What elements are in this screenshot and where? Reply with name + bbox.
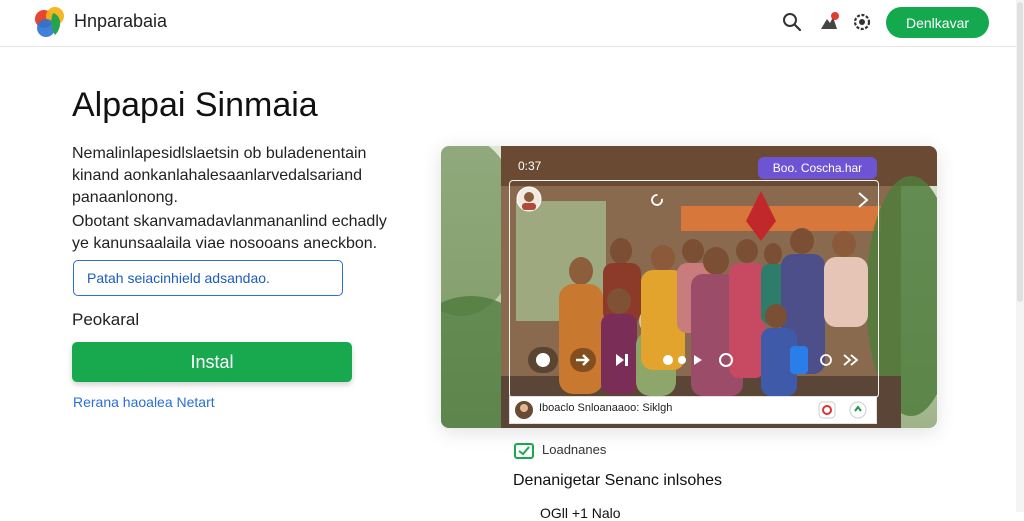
video-timestamp: 0:37: [518, 159, 542, 173]
share-icon[interactable]: [849, 401, 867, 419]
user-avatar[interactable]: [514, 400, 534, 420]
cutoff-text: OGll +1 Nalo: [540, 505, 621, 521]
rewind-icon[interactable]: [528, 347, 558, 373]
next-arrow-icon[interactable]: [856, 191, 870, 209]
caption-text: Denanigetar Senanc inlsohes: [513, 472, 723, 489]
settings-icon[interactable]: [851, 11, 873, 33]
text-input[interactable]: [73, 260, 343, 296]
secondary-paragraph: Obotant skanvamadavlanmananlind echadly …: [72, 213, 387, 252]
record-icon[interactable]: [818, 401, 836, 419]
avatar[interactable]: [516, 186, 542, 212]
download-button[interactable]: Denlkavar: [886, 7, 989, 38]
more-info-link[interactable]: Rerana haoalea Netart: [73, 394, 215, 410]
search-icon[interactable]: [781, 11, 803, 33]
skip-icon[interactable]: [612, 350, 632, 370]
scrollbar-thumb[interactable]: [1017, 2, 1023, 302]
section-label: Peokaral: [72, 310, 140, 329]
app-logo[interactable]: [33, 5, 67, 39]
refresh-icon[interactable]: [650, 193, 664, 207]
top-bar: Hnparabaia Denlkavar: [0, 0, 1024, 47]
brand-name[interactable]: Hnparabaia: [74, 11, 167, 32]
overlay-badge[interactable]: Boo. Coscha.har: [758, 157, 877, 179]
toolbar-text: Iboaclo Snloanaaoo: Siklgh: [539, 402, 673, 414]
forward-arrow-icon[interactable]: [570, 348, 596, 372]
scrollbar[interactable]: [1016, 0, 1024, 512]
loading-status-icon: [514, 443, 534, 459]
fast-forward-icon[interactable]: [818, 350, 866, 370]
progress-dots[interactable]: [660, 352, 740, 368]
install-button[interactable]: Instal: [72, 342, 352, 382]
page-title: Alpapai Sinmaia: [72, 86, 318, 124]
status-text: Loadnanes: [542, 442, 607, 457]
notification-icon[interactable]: [818, 11, 840, 33]
volume-slider[interactable]: [790, 346, 808, 374]
description-paragraph: Nemalinlapesidlslaetsin ob buladenentain…: [72, 145, 367, 206]
